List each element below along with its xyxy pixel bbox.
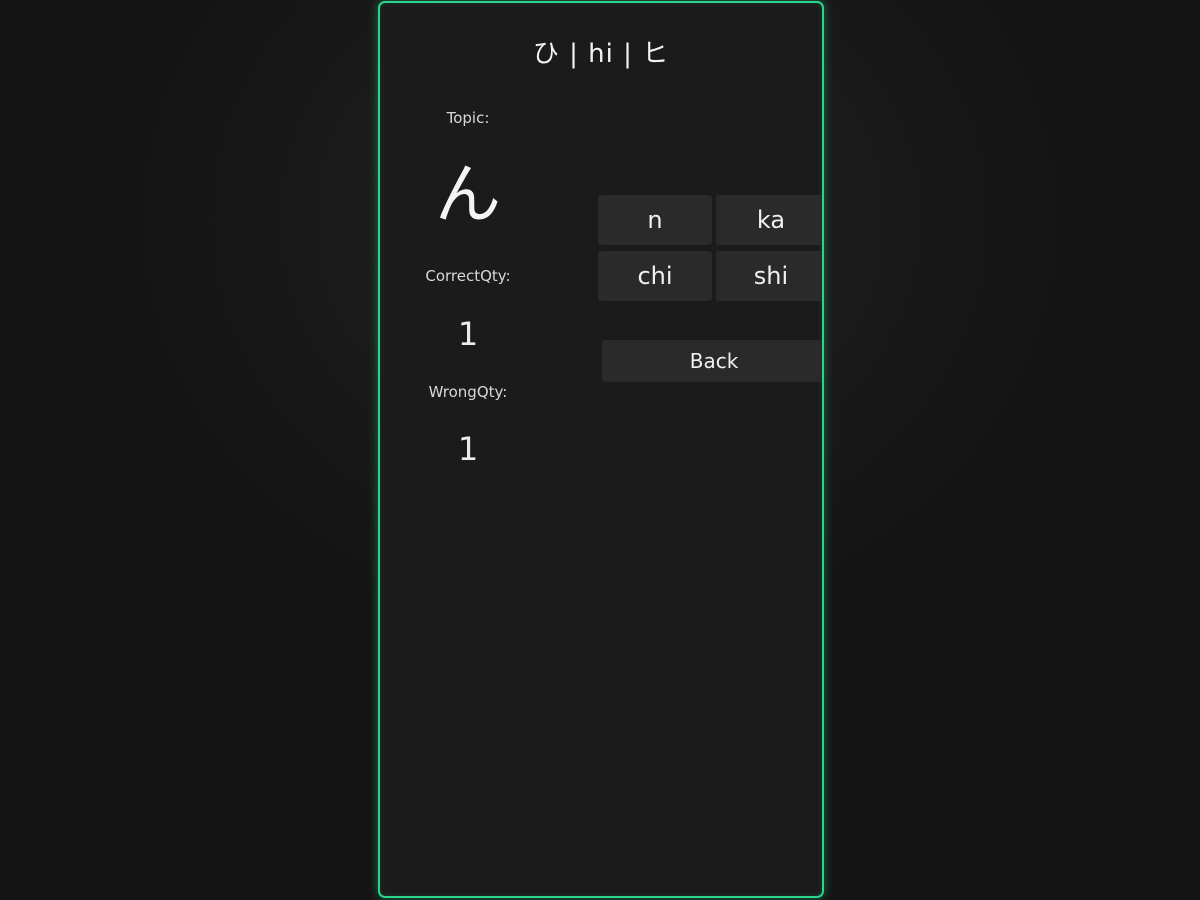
wrong-qty-value: 1 <box>457 430 479 468</box>
topic-label: Topic: <box>446 109 490 127</box>
page-title: ひ | hi | ヒ <box>532 39 670 69</box>
answer-button-chi[interactable]: chi <box>598 251 712 301</box>
correct-qty-value: 1 <box>457 315 479 353</box>
answer-button-ka[interactable]: ka <box>716 195 822 245</box>
correct-qty-label: CorrectQty: <box>425 267 511 285</box>
topic-kana: ん <box>435 156 501 233</box>
answer-button-n[interactable]: n <box>598 195 712 245</box>
back-button[interactable]: Back <box>602 340 822 382</box>
wrong-qty-label: WrongQty: <box>428 383 508 401</box>
answer-button-shi[interactable]: shi <box>716 251 822 301</box>
app-window: ひ | hi | ヒ Topic: ん CorrectQty: 1 WrongQ… <box>378 1 824 898</box>
